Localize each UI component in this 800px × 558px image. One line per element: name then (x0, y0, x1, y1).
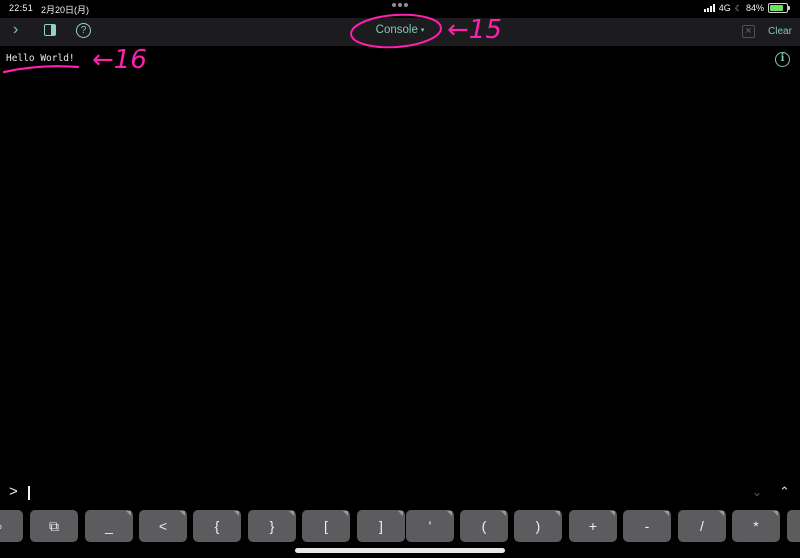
annotation-circle (350, 13, 442, 49)
annotation-underline (2, 65, 80, 74)
annotation-note-16: ←16 (92, 45, 147, 75)
handwritten-annotations: ←15 ←16 (2, 13, 502, 75)
annotation-note-15: ←15 (447, 15, 502, 45)
